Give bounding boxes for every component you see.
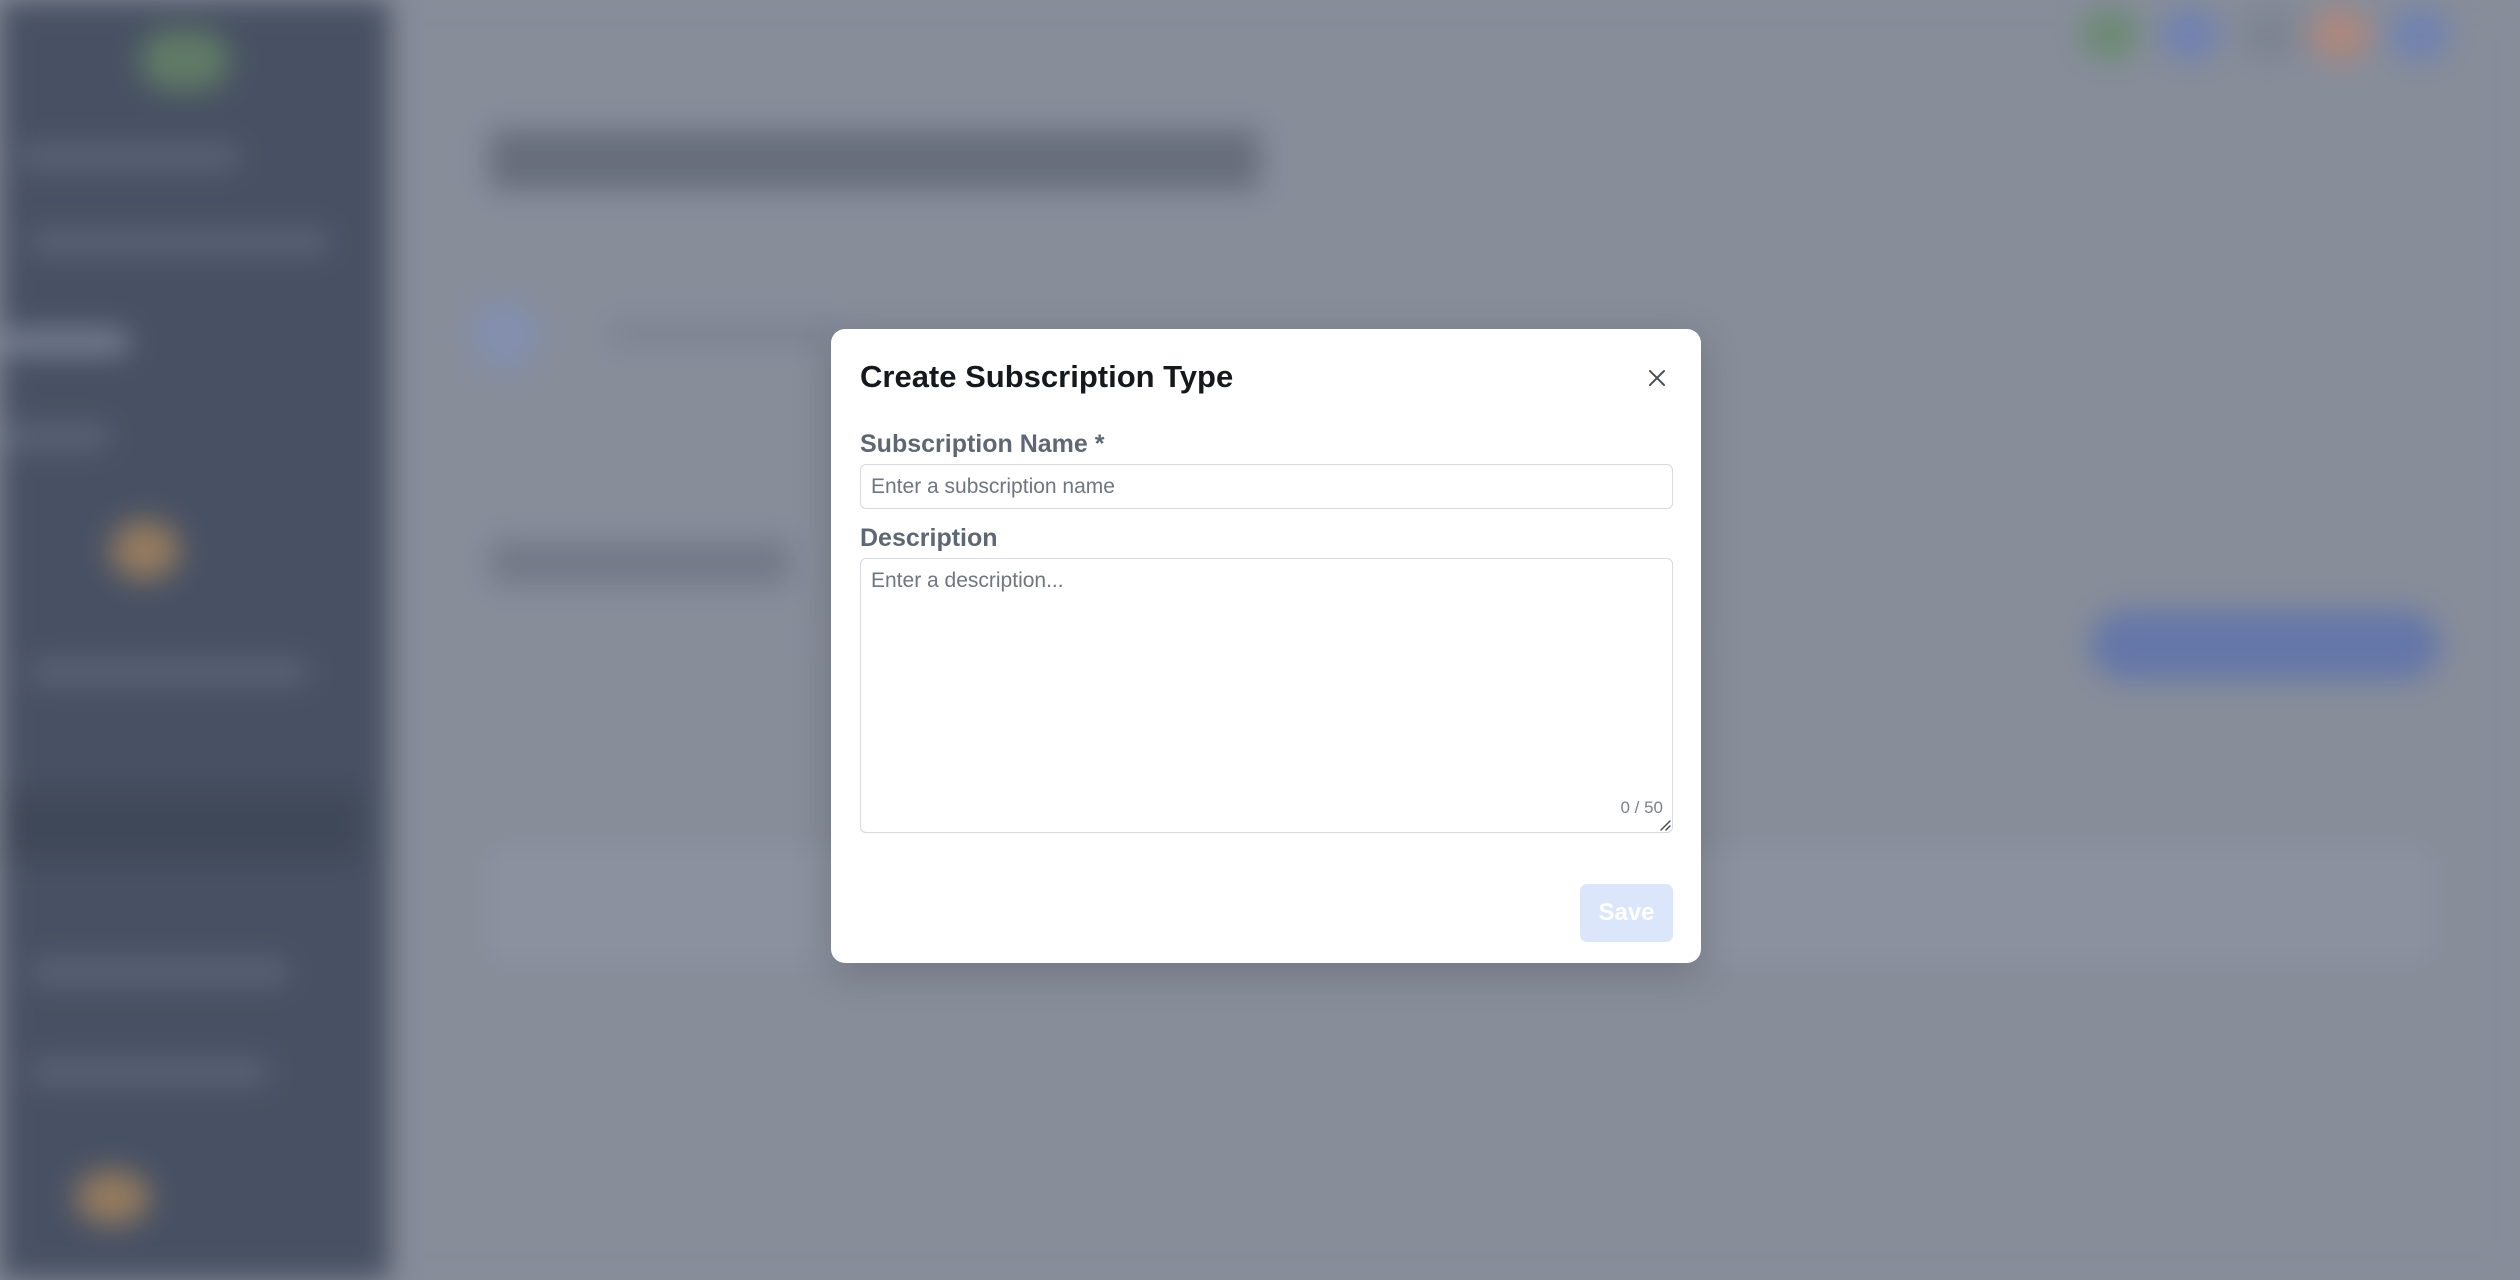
create-subscription-dialog: Create Subscription Type Subscription Na… <box>831 329 1701 963</box>
subscription-name-label: Subscription Name * <box>860 430 1105 458</box>
resize-handle-icon[interactable] <box>1657 817 1671 831</box>
dialog-title: Create Subscription Type <box>860 359 1234 394</box>
description-label: Description <box>860 524 998 552</box>
character-count: 0 / 50 <box>1620 798 1663 817</box>
description-textarea[interactable] <box>860 558 1673 833</box>
close-button[interactable] <box>1641 362 1673 394</box>
subscription-name-input[interactable] <box>860 464 1673 509</box>
save-button[interactable]: Save <box>1580 884 1673 942</box>
close-icon <box>1649 370 1665 386</box>
